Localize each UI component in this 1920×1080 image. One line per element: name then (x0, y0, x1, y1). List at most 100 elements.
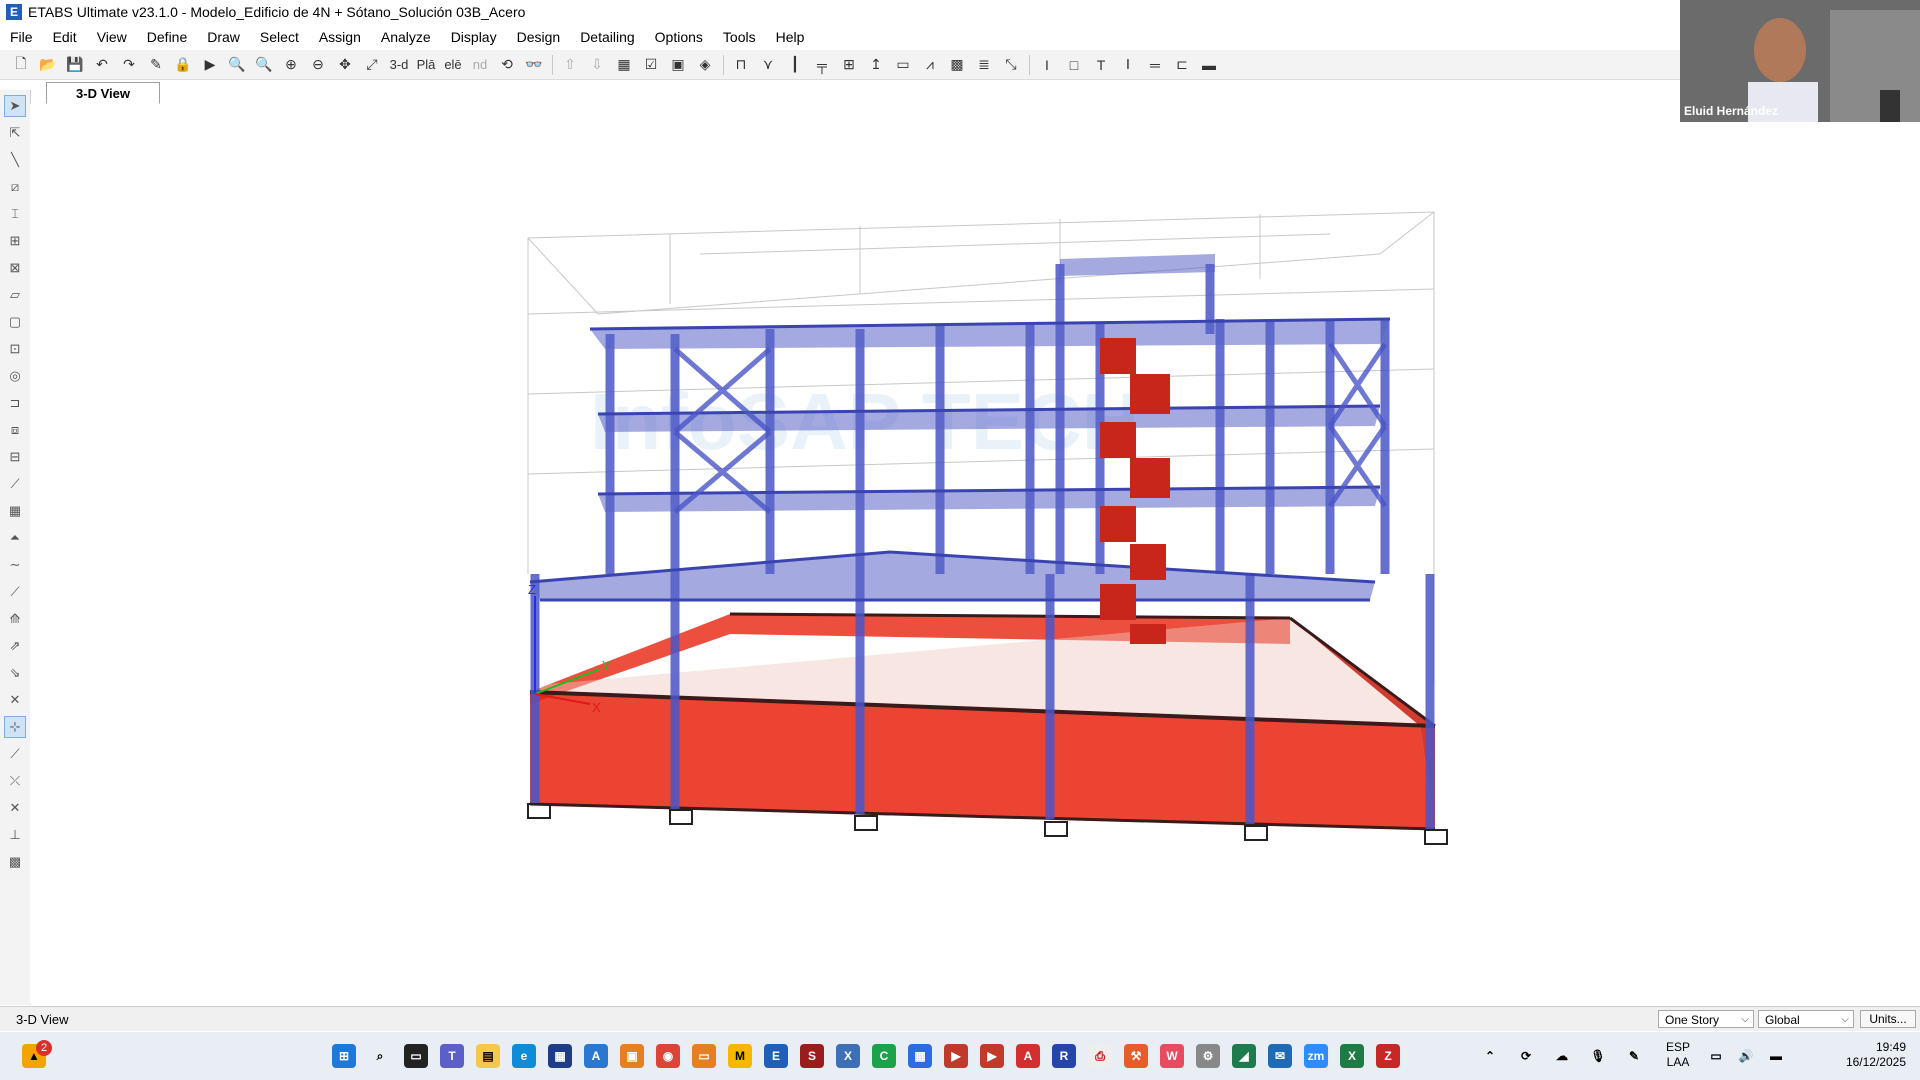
lock-icon[interactable]: 🔒 (172, 54, 194, 76)
check-icon[interactable]: ☑ (640, 54, 662, 76)
draw-dimension-icon[interactable]: ⟋ (4, 581, 26, 603)
start-windows-icon[interactable]: ⊞ (332, 1044, 356, 1068)
menu-options[interactable]: Options (645, 24, 713, 50)
quick-floor-icon[interactable]: ⊡ (4, 338, 26, 360)
document-icon[interactable]: Z (1376, 1044, 1400, 1068)
draw-rect-floor-icon[interactable]: ▢ (4, 311, 26, 333)
presentation-icon[interactable]: ▭ (692, 1044, 716, 1068)
snap-points-icon[interactable]: ⊹ (4, 716, 26, 738)
snap-ends-icon[interactable]: ⟋ (4, 743, 26, 765)
column-icon[interactable]: ┃ (784, 54, 806, 76)
pan-icon[interactable]: ✥ (334, 54, 356, 76)
i-section-icon[interactable]: Ⅰ (1117, 54, 1139, 76)
draw-wall-icon[interactable]: ⊐ (4, 392, 26, 414)
clear-selection-icon[interactable]: ⇘ (4, 662, 26, 684)
pdf-icon[interactable]: ⎙ (1088, 1044, 1112, 1068)
sync-icon[interactable]: ⟳ (1514, 1044, 1538, 1068)
search-icon[interactable]: ⌕ (368, 1044, 392, 1068)
new-model-icon[interactable]: 🗋 (10, 54, 32, 76)
store-icon[interactable]: ▦ (548, 1044, 572, 1068)
draw-frame-icon[interactable]: ╲ (4, 149, 26, 171)
menu-analyze[interactable]: Analyze (371, 24, 441, 50)
video-icon[interactable]: ▶ (980, 1044, 1004, 1068)
draw-braces-region-icon[interactable]: ⊠ (4, 257, 26, 279)
acrobat-icon[interactable]: A (1016, 1044, 1040, 1068)
undo-icon[interactable]: ↶ (91, 54, 113, 76)
gmail-icon[interactable]: M (728, 1044, 752, 1068)
model-3d-viewport[interactable]: InfoSAP TECH Z Y X (30, 104, 1920, 1004)
pencil-icon[interactable]: ✎ (145, 54, 167, 76)
settings-icon[interactable]: ⚙ (1196, 1044, 1220, 1068)
draw-link-icon[interactable]: ⟋ (4, 473, 26, 495)
draw-opening-icon[interactable]: ◎ (4, 365, 26, 387)
excel-icon[interactable]: X (1340, 1044, 1364, 1068)
revit-icon[interactable]: R (1052, 1044, 1076, 1068)
zoom-previous-icon[interactable]: 🔍 (253, 54, 275, 76)
plan-view-button[interactable]: Plā (415, 54, 437, 76)
calculator-icon[interactable]: ▦ (908, 1044, 932, 1068)
joint-icon[interactable]: ⤡ (1000, 54, 1022, 76)
line-style-icon[interactable]: ═ (1144, 54, 1166, 76)
draw-brace-icon[interactable]: ⧄ (4, 176, 26, 198)
project-icon[interactable]: ◢ (1232, 1044, 1256, 1068)
draw-tendon-icon[interactable]: ∼ (4, 554, 26, 576)
draw-wall-stack-icon[interactable]: ⊟ (4, 446, 26, 468)
elevation-view-button[interactable]: elē (442, 54, 464, 76)
office-icon[interactable]: ▣ (620, 1044, 644, 1068)
autocad-icon[interactable]: A (584, 1044, 608, 1068)
slab-icon[interactable]: ▭ (892, 54, 914, 76)
nd-view-button[interactable]: nd (469, 54, 491, 76)
outlook-icon[interactable]: ✉ (1268, 1044, 1292, 1068)
zoom-in-icon[interactable]: ⊕ (280, 54, 302, 76)
rotate-icon[interactable]: ⟲ (496, 54, 518, 76)
extrude-icon[interactable]: ◈ (694, 54, 716, 76)
clock[interactable]: 19:49 16/12/2025 (1826, 1040, 1906, 1070)
menu-display[interactable]: Display (441, 24, 507, 50)
network-icon[interactable]: ▭ (1704, 1044, 1728, 1068)
safe-icon[interactable]: S (800, 1044, 824, 1068)
menu-edit[interactable]: Edit (43, 24, 87, 50)
move-down-icon[interactable]: ⇩ (586, 54, 608, 76)
microphone-icon[interactable]: 🎙 (1586, 1044, 1610, 1068)
beam-icon[interactable]: ╤ (811, 54, 833, 76)
units-button[interactable]: Units... (1860, 1010, 1916, 1028)
menu-assign[interactable]: Assign (309, 24, 371, 50)
edge-browser-icon[interactable]: e (512, 1044, 536, 1068)
frame-icon[interactable]: ⊓ (730, 54, 752, 76)
draw-grid-icon[interactable]: ▦ (4, 500, 26, 522)
select-pointer-icon[interactable]: ➤ (4, 95, 26, 117)
save-icon[interactable]: 💾 (64, 54, 86, 76)
snap-tool-icon[interactable]: ✕ (4, 689, 26, 711)
pen-icon[interactable]: ✎ (1622, 1044, 1646, 1068)
language-indicator[interactable]: ESP LAA (1660, 1040, 1696, 1070)
menu-tools[interactable]: Tools (713, 24, 766, 50)
draw-ramp-icon[interactable]: ⏶ (4, 527, 26, 549)
rubber-band-icon[interactable]: ⤢ (361, 54, 383, 76)
open-model-icon[interactable]: 📂 (37, 54, 59, 76)
zoom-window-icon[interactable]: 🔍 (226, 54, 248, 76)
excel-like-icon[interactable]: C (872, 1044, 896, 1068)
view-3d-button[interactable]: 3-d (388, 54, 410, 76)
cloud-icon[interactable]: ☁ (1550, 1044, 1574, 1068)
truss-icon[interactable]: ⩘ (919, 54, 941, 76)
select-all-icon[interactable]: ⟰ (4, 608, 26, 630)
previous-select-icon[interactable]: ⇗ (4, 635, 26, 657)
menu-file[interactable]: File (0, 24, 43, 50)
menu-select[interactable]: Select (250, 24, 309, 50)
channel-section-icon[interactable]: ⊏ (1171, 54, 1193, 76)
arrow-load-icon[interactable]: ↥ (865, 54, 887, 76)
task-view-icon[interactable]: ▭ (404, 1044, 428, 1068)
draw-column-icon[interactable]: ⌶ (4, 203, 26, 225)
chevron-up-icon[interactable]: ⌃ (1478, 1044, 1502, 1068)
wall-icon[interactable]: ▩ (946, 54, 968, 76)
coordinate-system-selector[interactable]: Global ⌵ (1758, 1010, 1854, 1028)
grid-frame-icon[interactable]: ⊞ (838, 54, 860, 76)
deck-icon[interactable]: ≣ (973, 54, 995, 76)
quick-wall-icon[interactable]: ⧈ (4, 419, 26, 441)
snap-intersect-icon[interactable]: ⤫ (4, 770, 26, 792)
menu-define[interactable]: Define (137, 24, 197, 50)
media-icon[interactable]: ▶ (944, 1044, 968, 1068)
run-analysis-icon[interactable]: ▶ (199, 54, 221, 76)
snap-lines-icon[interactable]: ⊥ (4, 824, 26, 846)
csi-bridge-icon[interactable]: X (836, 1044, 860, 1068)
